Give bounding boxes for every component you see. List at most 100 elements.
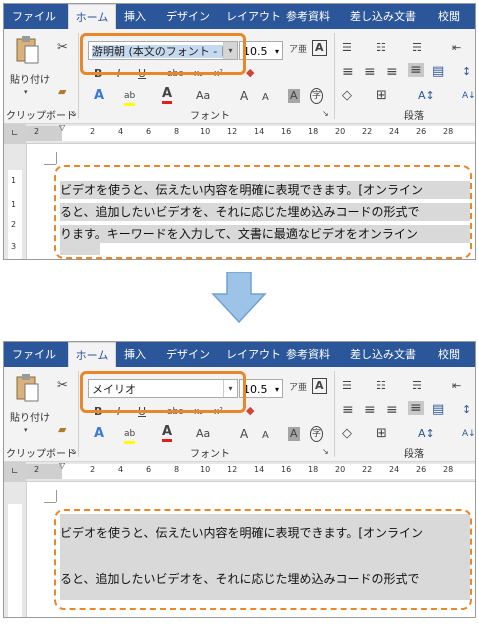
- paste-icon[interactable]: [14, 35, 40, 65]
- paragraph-group-label: 段落: [404, 111, 424, 122]
- tab-layout[interactable]: レイアウト: [226, 4, 281, 29]
- distribute-icon[interactable]: ▤: [432, 65, 444, 79]
- tab-design[interactable]: デザイン: [166, 342, 210, 367]
- tab-mailings[interactable]: 差し込み文書: [350, 4, 416, 29]
- tab-layout[interactable]: レイアウト: [226, 342, 281, 367]
- font-size-value: 10.5: [243, 383, 268, 396]
- down-arrow-icon: [211, 272, 267, 324]
- horizontal-ruler[interactable]: ∟ ▽ 2 2 4 6 8 10 12 14 16 18 20 22 24 26…: [4, 121, 475, 144]
- paste-dropdown-icon[interactable]: ▾: [24, 423, 28, 437]
- clipboard-group-label: クリップボード: [6, 449, 76, 460]
- borders-icon[interactable]: ⊞: [376, 427, 387, 441]
- tab-design[interactable]: デザイン: [166, 4, 210, 29]
- font-group-label: フォント: [190, 449, 230, 460]
- asian-layout-icon[interactable]: A↕: [418, 89, 435, 103]
- justify-icon[interactable]: ≡: [408, 401, 424, 415]
- phonetic-guide-icon[interactable]: ア亜: [289, 43, 307, 57]
- format-painter-icon[interactable]: ▰: [58, 423, 66, 437]
- highlight-icon[interactable]: ab: [124, 427, 136, 444]
- font-color-icon[interactable]: A: [162, 87, 173, 104]
- cut-icon[interactable]: ✂: [57, 379, 68, 393]
- paste-icon[interactable]: [14, 373, 40, 403]
- tab-home[interactable]: ホーム: [68, 4, 116, 31]
- numbering-icon[interactable]: ☷: [376, 379, 386, 393]
- bullets-icon[interactable]: ☰: [342, 41, 352, 55]
- shrink-font-icon[interactable]: A: [262, 91, 269, 105]
- cut-icon[interactable]: ✂: [57, 41, 68, 55]
- tab-review[interactable]: 校閲: [438, 4, 460, 29]
- change-case-icon[interactable]: Aa: [196, 89, 210, 103]
- sort-icon[interactable]: A↓: [462, 427, 475, 441]
- tab-file[interactable]: ファイル: [12, 4, 56, 29]
- font-color-icon[interactable]: A: [162, 425, 173, 442]
- decrease-indent-icon[interactable]: ⇤: [452, 379, 461, 393]
- align-left-icon[interactable]: ≡: [342, 65, 354, 79]
- tab-selector-icon[interactable]: ∟: [11, 465, 19, 479]
- line-spacing-icon[interactable]: ↕: [462, 65, 471, 79]
- clear-format-icon[interactable]: ◆: [246, 66, 254, 80]
- vertical-ruler: [4, 482, 27, 617]
- align-center-icon[interactable]: ≡: [364, 403, 376, 417]
- enclose-char-icon[interactable]: 字: [310, 426, 324, 442]
- tab-insert[interactable]: 挿入: [124, 342, 146, 367]
- tab-references[interactable]: 参考資料: [286, 4, 330, 29]
- decrease-indent-icon[interactable]: ⇤: [452, 41, 461, 55]
- clear-format-icon[interactable]: ◆: [246, 404, 254, 418]
- selection-highlight-box: [54, 165, 472, 259]
- text-effects-icon[interactable]: A: [94, 427, 104, 441]
- indent-marker-icon[interactable]: ▽: [59, 121, 65, 135]
- align-right-icon[interactable]: ≡: [386, 403, 398, 417]
- paste-button-label[interactable]: 貼り付け: [10, 409, 50, 424]
- ribbon-tab-bar: ファイル ホーム 挿入 デザイン レイアウト 参考資料 差し込み文書 校閲: [4, 4, 475, 31]
- tab-home[interactable]: ホーム: [68, 342, 116, 369]
- paste-button-label[interactable]: 貼り付け: [10, 71, 50, 86]
- paste-dropdown-icon[interactable]: ▾: [24, 85, 28, 99]
- line-spacing-icon[interactable]: ↕: [462, 403, 471, 417]
- multilevel-icon[interactable]: ☴: [412, 379, 422, 393]
- sort-icon[interactable]: A↓: [462, 89, 475, 103]
- bullets-icon[interactable]: ☰: [342, 379, 352, 393]
- clipboard-launcher-icon[interactable]: ↘: [70, 107, 77, 121]
- highlight-icon[interactable]: ab: [124, 89, 136, 106]
- shrink-font-icon[interactable]: A: [262, 429, 269, 443]
- char-shading-icon[interactable]: A: [288, 427, 300, 441]
- justify-icon[interactable]: ≡: [408, 63, 424, 77]
- tab-insert[interactable]: 挿入: [124, 4, 146, 29]
- after-window: ファイル ホーム 挿入 デザイン レイアウト 参考資料 差し込み文書 校閲 貼り…: [3, 341, 476, 618]
- tab-references[interactable]: 参考資料: [286, 342, 330, 367]
- multilevel-icon[interactable]: ☴: [412, 41, 422, 55]
- ribbon-tab-bar: ファイル ホーム 挿入 デザイン レイアウト 参考資料 差し込み文書 校閲: [4, 342, 475, 369]
- tab-selector-icon[interactable]: ∟: [11, 127, 19, 141]
- char-shading-icon[interactable]: A: [288, 89, 300, 103]
- format-painter-icon[interactable]: ▰: [58, 85, 66, 99]
- font-launcher-icon[interactable]: ↘: [322, 445, 329, 459]
- tab-mailings[interactable]: 差し込み文書: [350, 342, 416, 367]
- tab-file[interactable]: ファイル: [12, 342, 56, 367]
- tab-review[interactable]: 校閲: [438, 342, 460, 367]
- asian-layout-icon[interactable]: A↕: [418, 427, 435, 441]
- distribute-icon[interactable]: ▤: [432, 403, 444, 417]
- indent-marker-icon[interactable]: ▽: [59, 459, 65, 473]
- font-name-highlight-box: [80, 371, 246, 413]
- shading-icon[interactable]: ◇: [342, 427, 352, 441]
- font-launcher-icon[interactable]: ↘: [322, 107, 329, 121]
- phonetic-guide-icon[interactable]: ア亜: [289, 381, 307, 395]
- char-border-icon[interactable]: A: [312, 378, 327, 394]
- char-border-icon[interactable]: A: [312, 40, 327, 56]
- text-effects-icon[interactable]: A: [94, 89, 104, 103]
- clipboard-launcher-icon[interactable]: ↘: [70, 445, 77, 459]
- font-size-value: 10.5: [243, 45, 268, 58]
- numbering-icon[interactable]: ☷: [376, 41, 386, 55]
- shading-icon[interactable]: ◇: [342, 89, 352, 103]
- enclose-char-icon[interactable]: 字: [310, 88, 324, 104]
- horizontal-ruler[interactable]: ∟ ▽ 2 2 4 6 8 10 12 14 16 18 20 22 24 26…: [4, 459, 475, 482]
- grow-font-icon[interactable]: A: [240, 427, 248, 441]
- grow-font-icon[interactable]: A: [240, 89, 248, 103]
- align-right-icon[interactable]: ≡: [386, 65, 398, 79]
- change-case-icon[interactable]: Aa: [196, 427, 210, 441]
- align-left-icon[interactable]: ≡: [342, 403, 354, 417]
- paragraph-group-label: 段落: [404, 449, 424, 460]
- align-center-icon[interactable]: ≡: [364, 65, 376, 79]
- borders-icon[interactable]: ⊞: [376, 89, 387, 103]
- clipboard-group-label: クリップボード: [6, 111, 76, 122]
